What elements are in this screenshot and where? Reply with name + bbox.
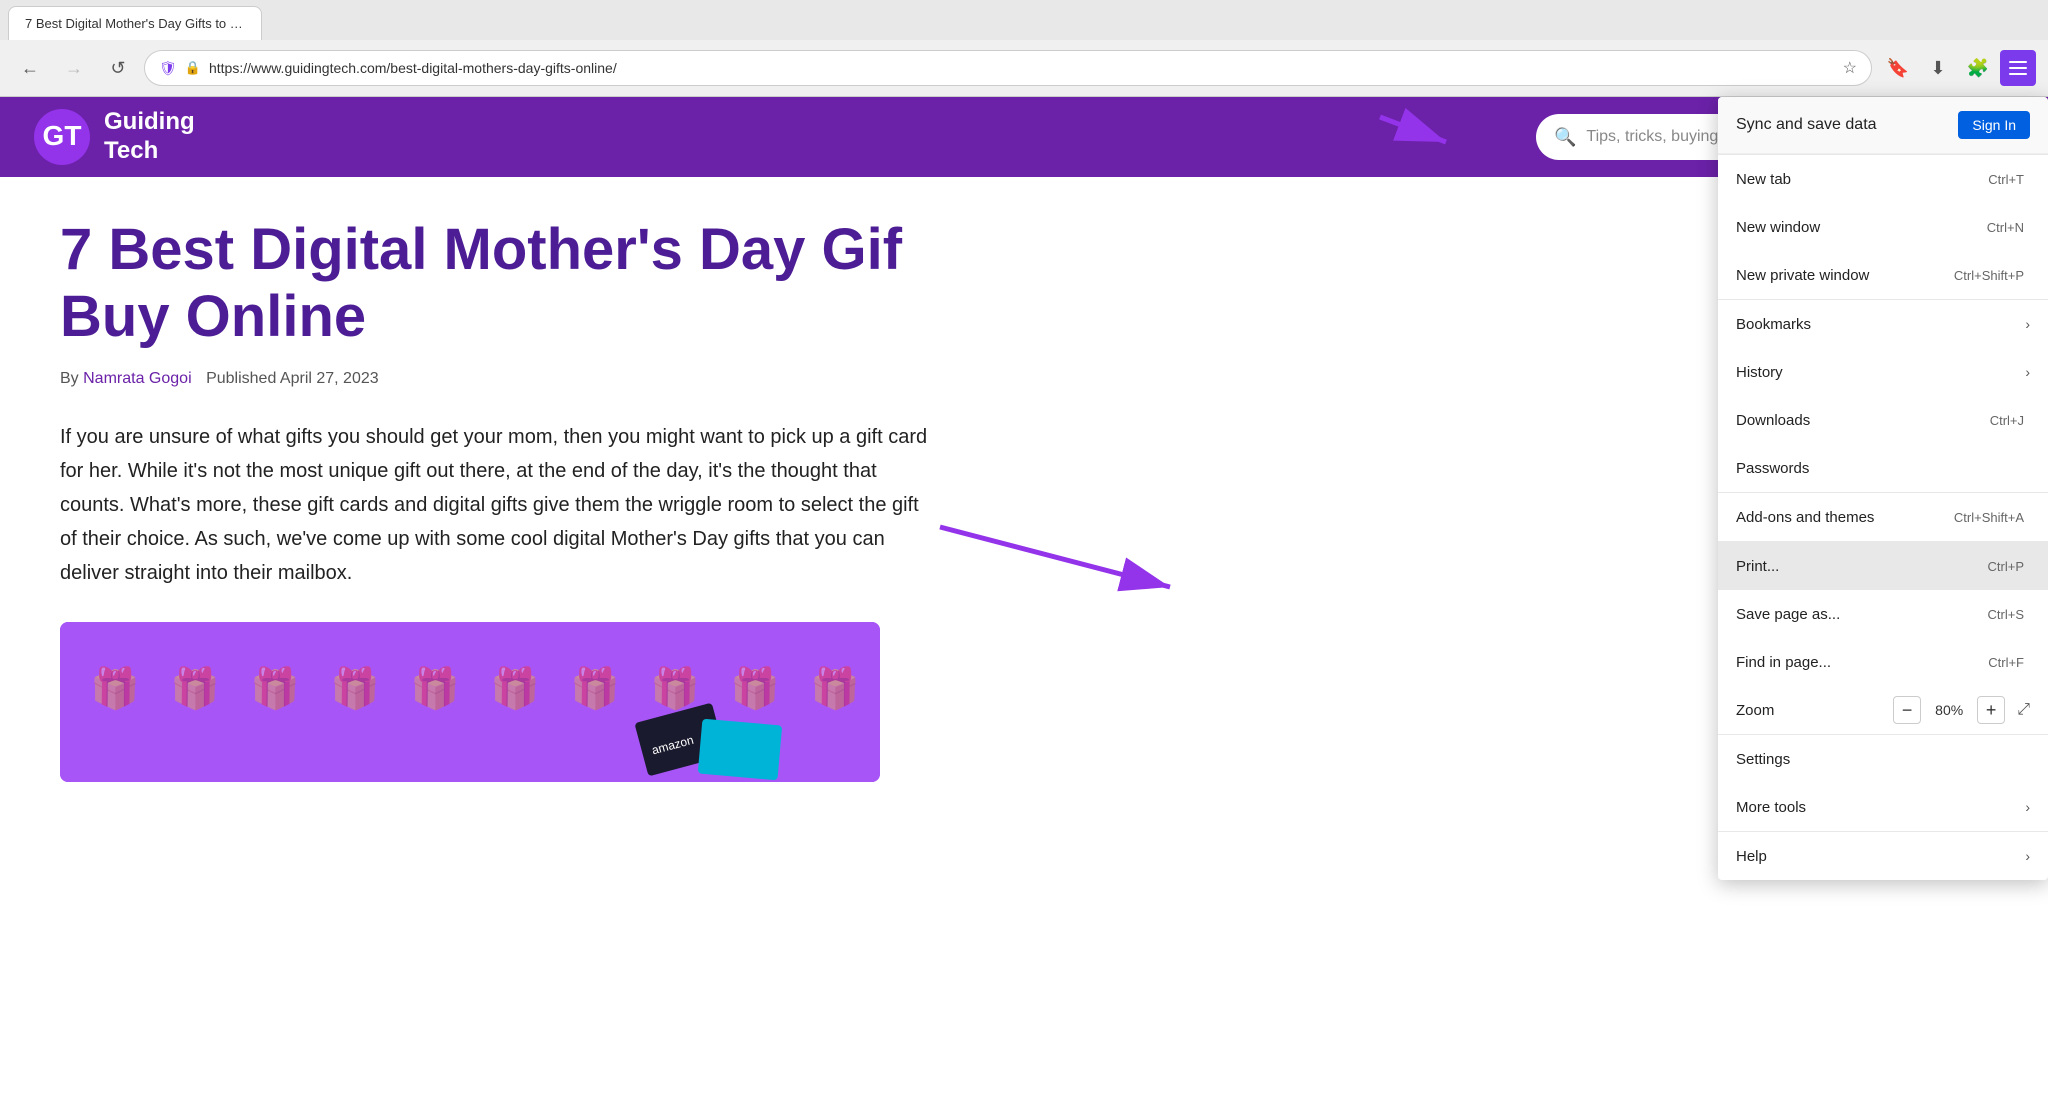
- new-tab-shortcut: Ctrl+T: [1988, 172, 2024, 187]
- menu-item-more-tools[interactable]: More tools ›: [1718, 783, 2048, 831]
- address-bar[interactable]: 🛡 🔒 https://www.guidingtech.com/best-dig…: [144, 50, 1872, 86]
- page-content: GT Guiding Tech 🔍 Tips, tricks, buying g…: [0, 97, 2048, 1119]
- svg-text:🎁: 🎁: [490, 665, 540, 711]
- logo-text: Guiding Tech: [104, 108, 195, 166]
- svg-text:🎁: 🎁: [810, 665, 860, 711]
- menu-item-help[interactable]: Help ›: [1718, 832, 2048, 880]
- private-window-shortcut: Ctrl+Shift+P: [1954, 268, 2024, 283]
- extension-button[interactable]: 🧩: [1960, 50, 1996, 86]
- help-label: Help: [1736, 848, 2025, 865]
- pocket-button[interactable]: 🔖: [1880, 50, 1916, 86]
- more-tools-label: More tools: [1736, 799, 2025, 816]
- active-tab[interactable]: 7 Best Digital Mother's Day Gifts to Buy…: [8, 6, 262, 40]
- browser-chrome: 7 Best Digital Mother's Day Gifts to Buy…: [0, 0, 2048, 97]
- forward-button[interactable]: →: [56, 50, 92, 86]
- save-label: Save page as...: [1736, 606, 1988, 623]
- article-image-svg: 🎁 🎁 🎁 🎁 🎁 🎁 🎁 🎁 🎁 🎁 amazon: [60, 622, 880, 782]
- url-text: https://www.guidingtech.com/best-digital…: [209, 60, 1835, 76]
- find-label: Find in page...: [1736, 654, 1988, 671]
- tab-bar: 7 Best Digital Mother's Day Gifts to Buy…: [0, 0, 2048, 40]
- publish-date: Published April 27, 2023: [206, 370, 379, 387]
- nav-icons: 🔖 ⬇ 🧩: [1880, 50, 2036, 86]
- menu-item-bookmarks[interactable]: Bookmarks ›: [1718, 300, 2048, 348]
- bookmarks-label: Bookmarks: [1736, 316, 2025, 333]
- downloads-shortcut: Ctrl+J: [1990, 413, 2024, 428]
- print-shortcut: Ctrl+P: [1988, 559, 2024, 574]
- addons-shortcut: Ctrl+Shift+A: [1954, 510, 2024, 525]
- article-content: 7 Best Digital Mother's Day GifBuy Onlin…: [0, 177, 1000, 822]
- help-arrow-icon: ›: [2025, 848, 2030, 864]
- passwords-label: Passwords: [1736, 460, 2030, 477]
- menu-sync-header: Sync and save data Sign In: [1718, 97, 2048, 154]
- svg-text:🎁: 🎁: [650, 665, 700, 711]
- site-logo: GT Guiding Tech: [32, 107, 195, 167]
- fullscreen-icon[interactable]: ⤢: [2017, 701, 2030, 719]
- article-meta: By Namrata Gogoi Published April 27, 202…: [60, 370, 940, 388]
- more-tools-arrow-icon: ›: [2025, 799, 2030, 815]
- browser-menu: Sync and save data Sign In New tab Ctrl+…: [1718, 97, 2048, 880]
- menu-item-passwords[interactable]: Passwords: [1718, 444, 2048, 492]
- search-icon: 🔍: [1554, 127, 1576, 148]
- find-shortcut: Ctrl+F: [1988, 655, 2024, 670]
- zoom-label: Zoom: [1736, 702, 1893, 719]
- reload-button[interactable]: ↺: [100, 50, 136, 86]
- lock-icon: 🔒: [185, 60, 201, 76]
- private-window-label: New private window: [1736, 267, 1954, 284]
- save-shortcut: Ctrl+S: [1988, 607, 2024, 622]
- sync-label: Sync and save data: [1736, 116, 1877, 134]
- bookmark-star-icon[interactable]: ☆: [1843, 58, 1857, 78]
- history-label: History: [1736, 364, 2025, 381]
- menu-item-print[interactable]: Print... Ctrl+P: [1718, 542, 2048, 590]
- settings-label: Settings: [1736, 751, 2030, 768]
- zoom-value: 80%: [1929, 702, 1969, 718]
- print-label: Print...: [1736, 558, 1988, 575]
- svg-text:🎁: 🎁: [410, 665, 460, 711]
- article-body: If you are unsure of what gifts you shou…: [60, 420, 940, 590]
- menu-item-find[interactable]: Find in page... Ctrl+F: [1718, 638, 2048, 686]
- article-image: 🎁 🎁 🎁 🎁 🎁 🎁 🎁 🎁 🎁 🎁 amazon: [60, 622, 880, 782]
- new-window-label: New window: [1736, 219, 1987, 236]
- zoom-plus-button[interactable]: +: [1977, 696, 2005, 724]
- menu-item-downloads[interactable]: Downloads Ctrl+J: [1718, 396, 2048, 444]
- svg-text:GT: GT: [43, 120, 82, 151]
- svg-text:🎁: 🎁: [170, 665, 220, 711]
- svg-text:🎁: 🎁: [250, 665, 300, 711]
- hamburger-menu-button[interactable]: [2000, 50, 2036, 86]
- menu-item-private-window[interactable]: New private window Ctrl+Shift+P: [1718, 251, 2048, 299]
- zoom-controls: − 80% + ⤢: [1893, 696, 2030, 724]
- menu-item-history[interactable]: History ›: [1718, 348, 2048, 396]
- svg-text:🎁: 🎁: [330, 665, 380, 711]
- bookmarks-arrow-icon: ›: [2025, 316, 2030, 332]
- menu-zoom-row: Zoom − 80% + ⤢: [1718, 686, 2048, 734]
- new-tab-label: New tab: [1736, 171, 1988, 188]
- tab-title: 7 Best Digital Mother's Day Gifts to Buy…: [25, 16, 245, 31]
- download-button[interactable]: ⬇: [1920, 50, 1956, 86]
- svg-text:🎁: 🎁: [570, 665, 620, 711]
- menu-item-new-window[interactable]: New window Ctrl+N: [1718, 203, 2048, 251]
- addons-label: Add-ons and themes: [1736, 509, 1954, 526]
- zoom-minus-button[interactable]: −: [1893, 696, 1921, 724]
- logo-icon: GT: [32, 107, 92, 167]
- article-title: 7 Best Digital Mother's Day GifBuy Onlin…: [60, 217, 940, 350]
- history-arrow-icon: ›: [2025, 364, 2030, 380]
- svg-text:🎁: 🎁: [730, 665, 780, 711]
- signin-button[interactable]: Sign In: [1958, 111, 2030, 139]
- svg-text:🎁: 🎁: [90, 665, 140, 711]
- new-window-shortcut: Ctrl+N: [1987, 220, 2024, 235]
- author-link[interactable]: Namrata Gogoi: [83, 370, 192, 387]
- shield-icon: 🛡: [159, 60, 177, 77]
- menu-item-addons[interactable]: Add-ons and themes Ctrl+Shift+A: [1718, 493, 2048, 541]
- back-button[interactable]: ←: [12, 50, 48, 86]
- menu-item-save[interactable]: Save page as... Ctrl+S: [1718, 590, 2048, 638]
- menu-item-settings[interactable]: Settings: [1718, 735, 2048, 783]
- nav-bar: ← → ↺ 🛡 🔒 https://www.guidingtech.com/be…: [0, 40, 2048, 96]
- downloads-label: Downloads: [1736, 412, 1990, 429]
- menu-item-new-tab[interactable]: New tab Ctrl+T: [1718, 155, 2048, 203]
